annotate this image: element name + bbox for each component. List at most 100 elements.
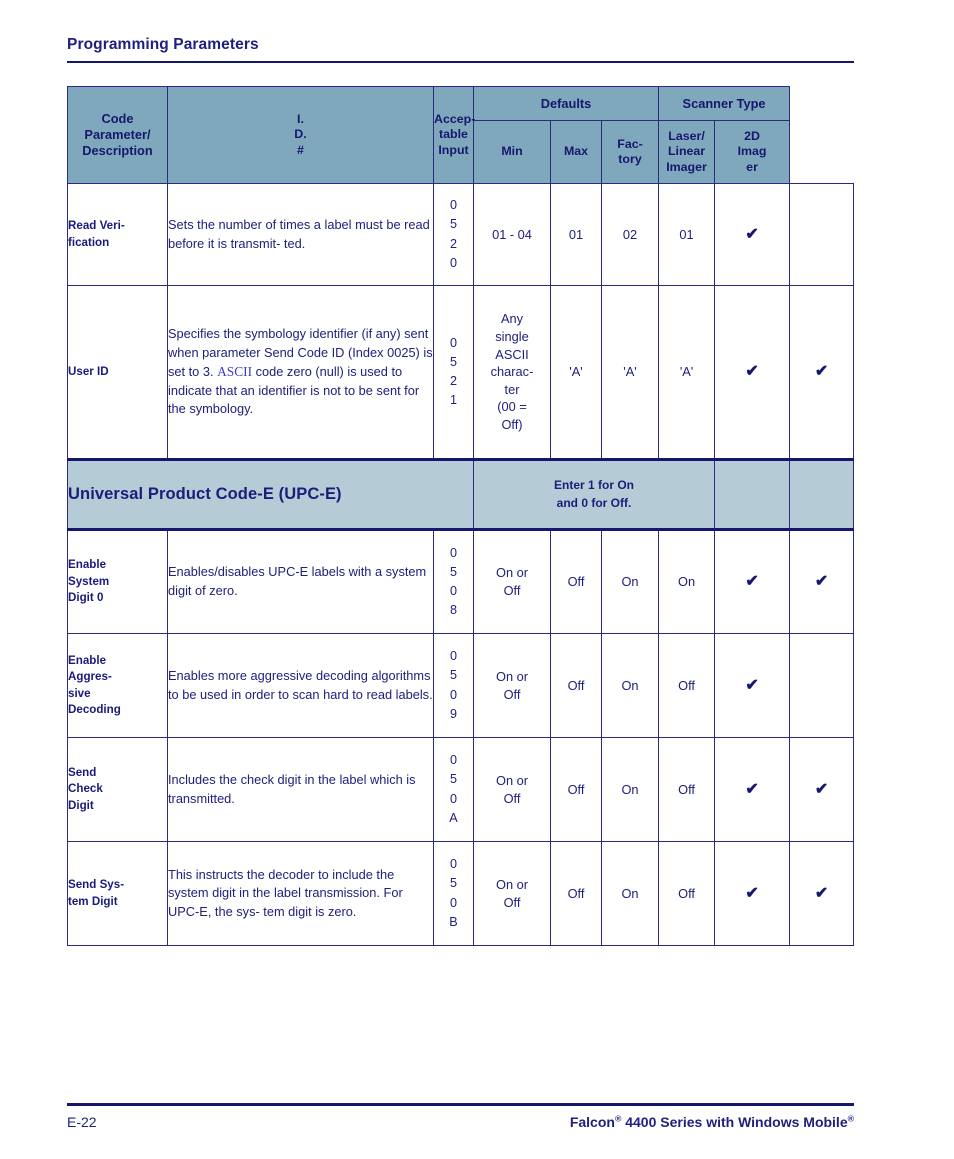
parameter-name-line-1: Enable bbox=[68, 558, 107, 572]
column-header-id-line-2: D. bbox=[294, 127, 307, 142]
row-default-factory: Off bbox=[658, 737, 716, 842]
column-header-min: Min bbox=[473, 120, 551, 184]
row-laser-linear-imager-support: ✔ bbox=[714, 737, 791, 842]
id-digit: 5 bbox=[449, 354, 457, 369]
column-header-input-line-3: Input bbox=[438, 142, 469, 157]
column-group-header-defaults: Defaults bbox=[472, 86, 660, 121]
row-description: Enables/disables UPC-E labels with a sys… bbox=[167, 529, 434, 634]
checkmark-icon: ✔ bbox=[745, 225, 759, 243]
id-digit: 0 bbox=[449, 895, 457, 910]
row-description: Sets the number of times a label must be… bbox=[167, 183, 434, 286]
row-default-max: On bbox=[600, 737, 660, 842]
input-line: Off) bbox=[501, 417, 523, 433]
row-default-max: On bbox=[600, 841, 660, 946]
column-header-2d-line-2: Imag bbox=[737, 144, 767, 159]
row-acceptable-input: On or Off bbox=[473, 737, 551, 842]
table-section-header-row: Universal Product Code-E (UPC-E) Enter 1… bbox=[67, 458, 855, 531]
footer-document-title: Falcon® 4400 Series with Windows Mobile® bbox=[570, 1114, 854, 1130]
row-id-number: 0 5 0 8 bbox=[433, 529, 474, 634]
table-row: User ID Specifies the symbology identifi… bbox=[67, 285, 855, 460]
checkmark-icon: ✔ bbox=[745, 780, 759, 798]
id-digit: 0 bbox=[449, 335, 457, 350]
input-line: On or bbox=[495, 565, 528, 581]
parameter-name-line-2: Aggres- bbox=[68, 670, 112, 684]
row-default-max: On bbox=[600, 633, 660, 738]
checkmark-icon: ✔ bbox=[814, 884, 829, 902]
row-description: Enables more aggressive decoding algorit… bbox=[167, 633, 434, 738]
checkmark-icon: ✔ bbox=[814, 780, 829, 798]
checkmark-icon: ✔ bbox=[745, 573, 759, 590]
table-row: Enable System Digit 0 Enables/disables U… bbox=[67, 529, 855, 634]
row-description: This instructs the decoder to include th… bbox=[167, 841, 434, 946]
input-line: Off bbox=[503, 686, 521, 702]
registered-mark-icon: ® bbox=[847, 1113, 854, 1124]
row-default-min: Off bbox=[550, 841, 602, 946]
column-header-laser-line-2: Linear bbox=[667, 144, 706, 159]
column-header-laser-linear-imager: Laser/ Linear Imager bbox=[658, 120, 716, 184]
input-line: single bbox=[495, 328, 529, 344]
row-id-number: 0 5 2 1 bbox=[433, 285, 474, 460]
input-line: Off bbox=[503, 583, 521, 598]
row-default-max: On bbox=[600, 529, 660, 634]
row-parameter-name: User ID bbox=[67, 285, 168, 460]
footer-page-number: E-22 bbox=[67, 1114, 97, 1130]
footer-product-suffix: 4400 Series with Windows Mobile bbox=[621, 1114, 848, 1130]
id-digit: 0 bbox=[449, 753, 457, 768]
row-default-max: 02 bbox=[600, 183, 660, 286]
row-acceptable-input: Any single ASCII charac- ter (00 = Off) bbox=[473, 285, 551, 460]
column-header-2d-imager: 2D Imag er bbox=[714, 120, 791, 184]
column-header-id: I. D. # bbox=[167, 86, 434, 184]
checkmark-icon: ✔ bbox=[745, 676, 759, 694]
input-line: (00 = bbox=[497, 399, 527, 415]
row-id-number: 0 5 0 A bbox=[433, 737, 474, 842]
row-2d-imager-support: ✔ bbox=[789, 737, 855, 842]
table-row: Send Sys- tem Digit This instructs the d… bbox=[67, 841, 855, 946]
id-digit: 1 bbox=[449, 393, 457, 408]
table-header-row-groups: Code Parameter/ Description I. D. # Acce… bbox=[67, 86, 854, 184]
row-laser-linear-imager-support: ✔ bbox=[714, 633, 791, 738]
row-acceptable-input: On or Off bbox=[473, 633, 551, 738]
row-acceptable-input: On or Off bbox=[473, 841, 551, 946]
row-laser-linear-imager-support: ✔ bbox=[714, 529, 791, 634]
row-default-min: Off bbox=[550, 633, 602, 738]
header-rule bbox=[67, 61, 854, 63]
row-2d-imager-support: ✔ bbox=[789, 841, 855, 946]
parameter-name-line-4: Decoding bbox=[68, 702, 121, 716]
parameter-name-line-1: Read Veri- bbox=[68, 219, 125, 233]
input-line: charac- bbox=[490, 364, 534, 380]
row-description: Includes the check digit in the label wh… bbox=[167, 737, 434, 842]
row-id-number: 0 5 0 9 bbox=[433, 633, 474, 738]
input-line: Off bbox=[503, 894, 521, 910]
checkmark-icon: ✔ bbox=[745, 884, 759, 902]
input-line: On or bbox=[495, 772, 528, 788]
row-parameter-name: Send Check Digit bbox=[67, 737, 168, 842]
column-header-factory-line-2: tory bbox=[618, 152, 642, 166]
row-default-factory: On bbox=[658, 529, 716, 634]
section-note-line-2: and 0 for Off. bbox=[556, 495, 632, 510]
row-default-factory: 01 bbox=[658, 183, 716, 286]
row-description: Specifies the symbology identifier (if a… bbox=[167, 285, 434, 460]
parameter-name-line-1: Enable bbox=[68, 653, 107, 667]
checkmark-icon: ✔ bbox=[814, 363, 829, 380]
row-default-factory: 'A' bbox=[658, 285, 716, 460]
row-default-factory: Off bbox=[658, 841, 716, 946]
row-default-factory: Off bbox=[658, 633, 716, 738]
parameter-name-line-3: Digit bbox=[68, 798, 94, 812]
footer-product-name: Falcon bbox=[569, 1114, 615, 1130]
section-laser-blank-cell bbox=[714, 458, 791, 531]
section-note-line-1: Enter 1 for On bbox=[554, 478, 635, 493]
column-header-laser-line-1: Laser/ bbox=[668, 128, 705, 143]
column-header-2d-line-1: 2D bbox=[744, 128, 760, 143]
parameter-name-line-2: tem Digit bbox=[68, 894, 118, 908]
column-header-laser-line-3: Imager bbox=[666, 159, 707, 174]
column-header-id-line-3: # bbox=[297, 142, 304, 157]
parameter-name-line-2: Check bbox=[68, 782, 103, 796]
column-header-acceptable-input: Accep- table Input bbox=[433, 86, 475, 184]
table-row: Send Check Digit Includes the check digi… bbox=[67, 737, 855, 842]
column-header-factory: Fac- tory bbox=[600, 120, 660, 184]
id-digit: 8 bbox=[449, 603, 457, 618]
parameter-name-line-1: Send Sys- bbox=[68, 878, 125, 892]
id-digit: 2 bbox=[449, 236, 457, 251]
footer-rule bbox=[67, 1103, 854, 1106]
column-header-2d-line-3: er bbox=[746, 159, 758, 174]
